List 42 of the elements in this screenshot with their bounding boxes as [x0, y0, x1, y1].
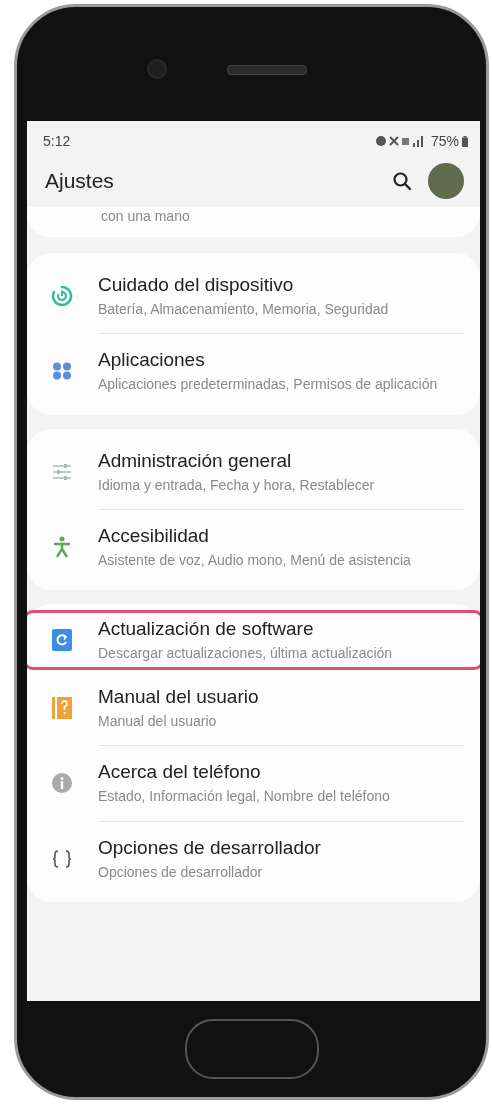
- braces-icon: [52, 849, 72, 868]
- help-book-icon: [52, 697, 72, 720]
- item-subtitle: Manual del usuario: [98, 712, 218, 731]
- sliders-icon: [52, 462, 72, 481]
- item-subtitle: Opciones de desarrollador: [98, 862, 264, 881]
- camera-icon: [147, 59, 167, 79]
- page-title: Ajustes: [45, 169, 115, 193]
- item-subtitle: Idioma y entrada, Fecha y hora, Restablecer: [98, 475, 375, 494]
- settings-item[interactable]: Accesibilidad Asistente de voz, Audio mono, Menú de asistencia: [27, 509, 480, 584]
- settings-item[interactable]: Administración general Idioma y entrada, Fecha y hora, Restablecer: [27, 434, 480, 509]
- item-subtitle: Batería, Almacenamiento, Memoria, Seguridad: [98, 300, 389, 319]
- item-subtitle: Estado, Información legal, Nombre del teléfono: [98, 787, 390, 806]
- item-subtitle: Asistente de voz, Audio mono, Menú de asistencia: [98, 550, 411, 569]
- refresh-circle-icon: [51, 285, 73, 308]
- status-time: 5:12: [43, 133, 71, 149]
- item-title: Opciones de desarrollador: [98, 836, 321, 859]
- item-title: Aplicaciones: [98, 349, 206, 372]
- search-icon[interactable]: [392, 171, 412, 191]
- four-dots-icon: [52, 362, 72, 381]
- item-title: Cuidado del dispositivo: [98, 274, 295, 297]
- person-icon: [53, 535, 71, 558]
- home-button[interactable]: [184, 1019, 319, 1079]
- settings-item[interactable]: Acerca del teléfono Estado, Información legal, Nombre del teléfono: [27, 746, 480, 821]
- item-subtitle: con una mano: [100, 207, 191, 226]
- settings-item[interactable]: Opciones de desarrollador Opciones de desarrollador: [27, 821, 480, 896]
- settings-item[interactable]: Manual del usuario Manual del usuario: [27, 671, 480, 746]
- profile-avatar[interactable]: [428, 163, 464, 199]
- settings-item[interactable]: Actualización de software Descargar actualizaciones, última actualización: [27, 609, 480, 671]
- settings-item[interactable]: Aplicaciones Aplicaciones predeterminadas, Permisos de aplicación: [27, 334, 480, 409]
- item-subtitle: Aplicaciones predeterminadas, Permisos de aplicación: [98, 375, 438, 394]
- item-title: Administración general: [98, 449, 293, 472]
- item-title: Actualización de software: [98, 617, 315, 640]
- item-title: Manual del usuario: [98, 686, 259, 709]
- status-icons: [374, 135, 425, 147]
- info-icon: [51, 772, 73, 795]
- item-title: Accesibilidad: [98, 524, 210, 547]
- battery-percentage: 75%: [430, 133, 459, 149]
- battery-icon: [462, 135, 468, 147]
- refresh-square-icon: [52, 629, 72, 652]
- item-subtitle: Descargar actualizaciones, última actualización: [98, 643, 393, 663]
- item-title: Acerca del teléfono: [98, 761, 262, 784]
- settings-item[interactable]: Cuidado del dispositivo Batería, Almacenamiento, Memoria, Seguridad: [27, 259, 480, 334]
